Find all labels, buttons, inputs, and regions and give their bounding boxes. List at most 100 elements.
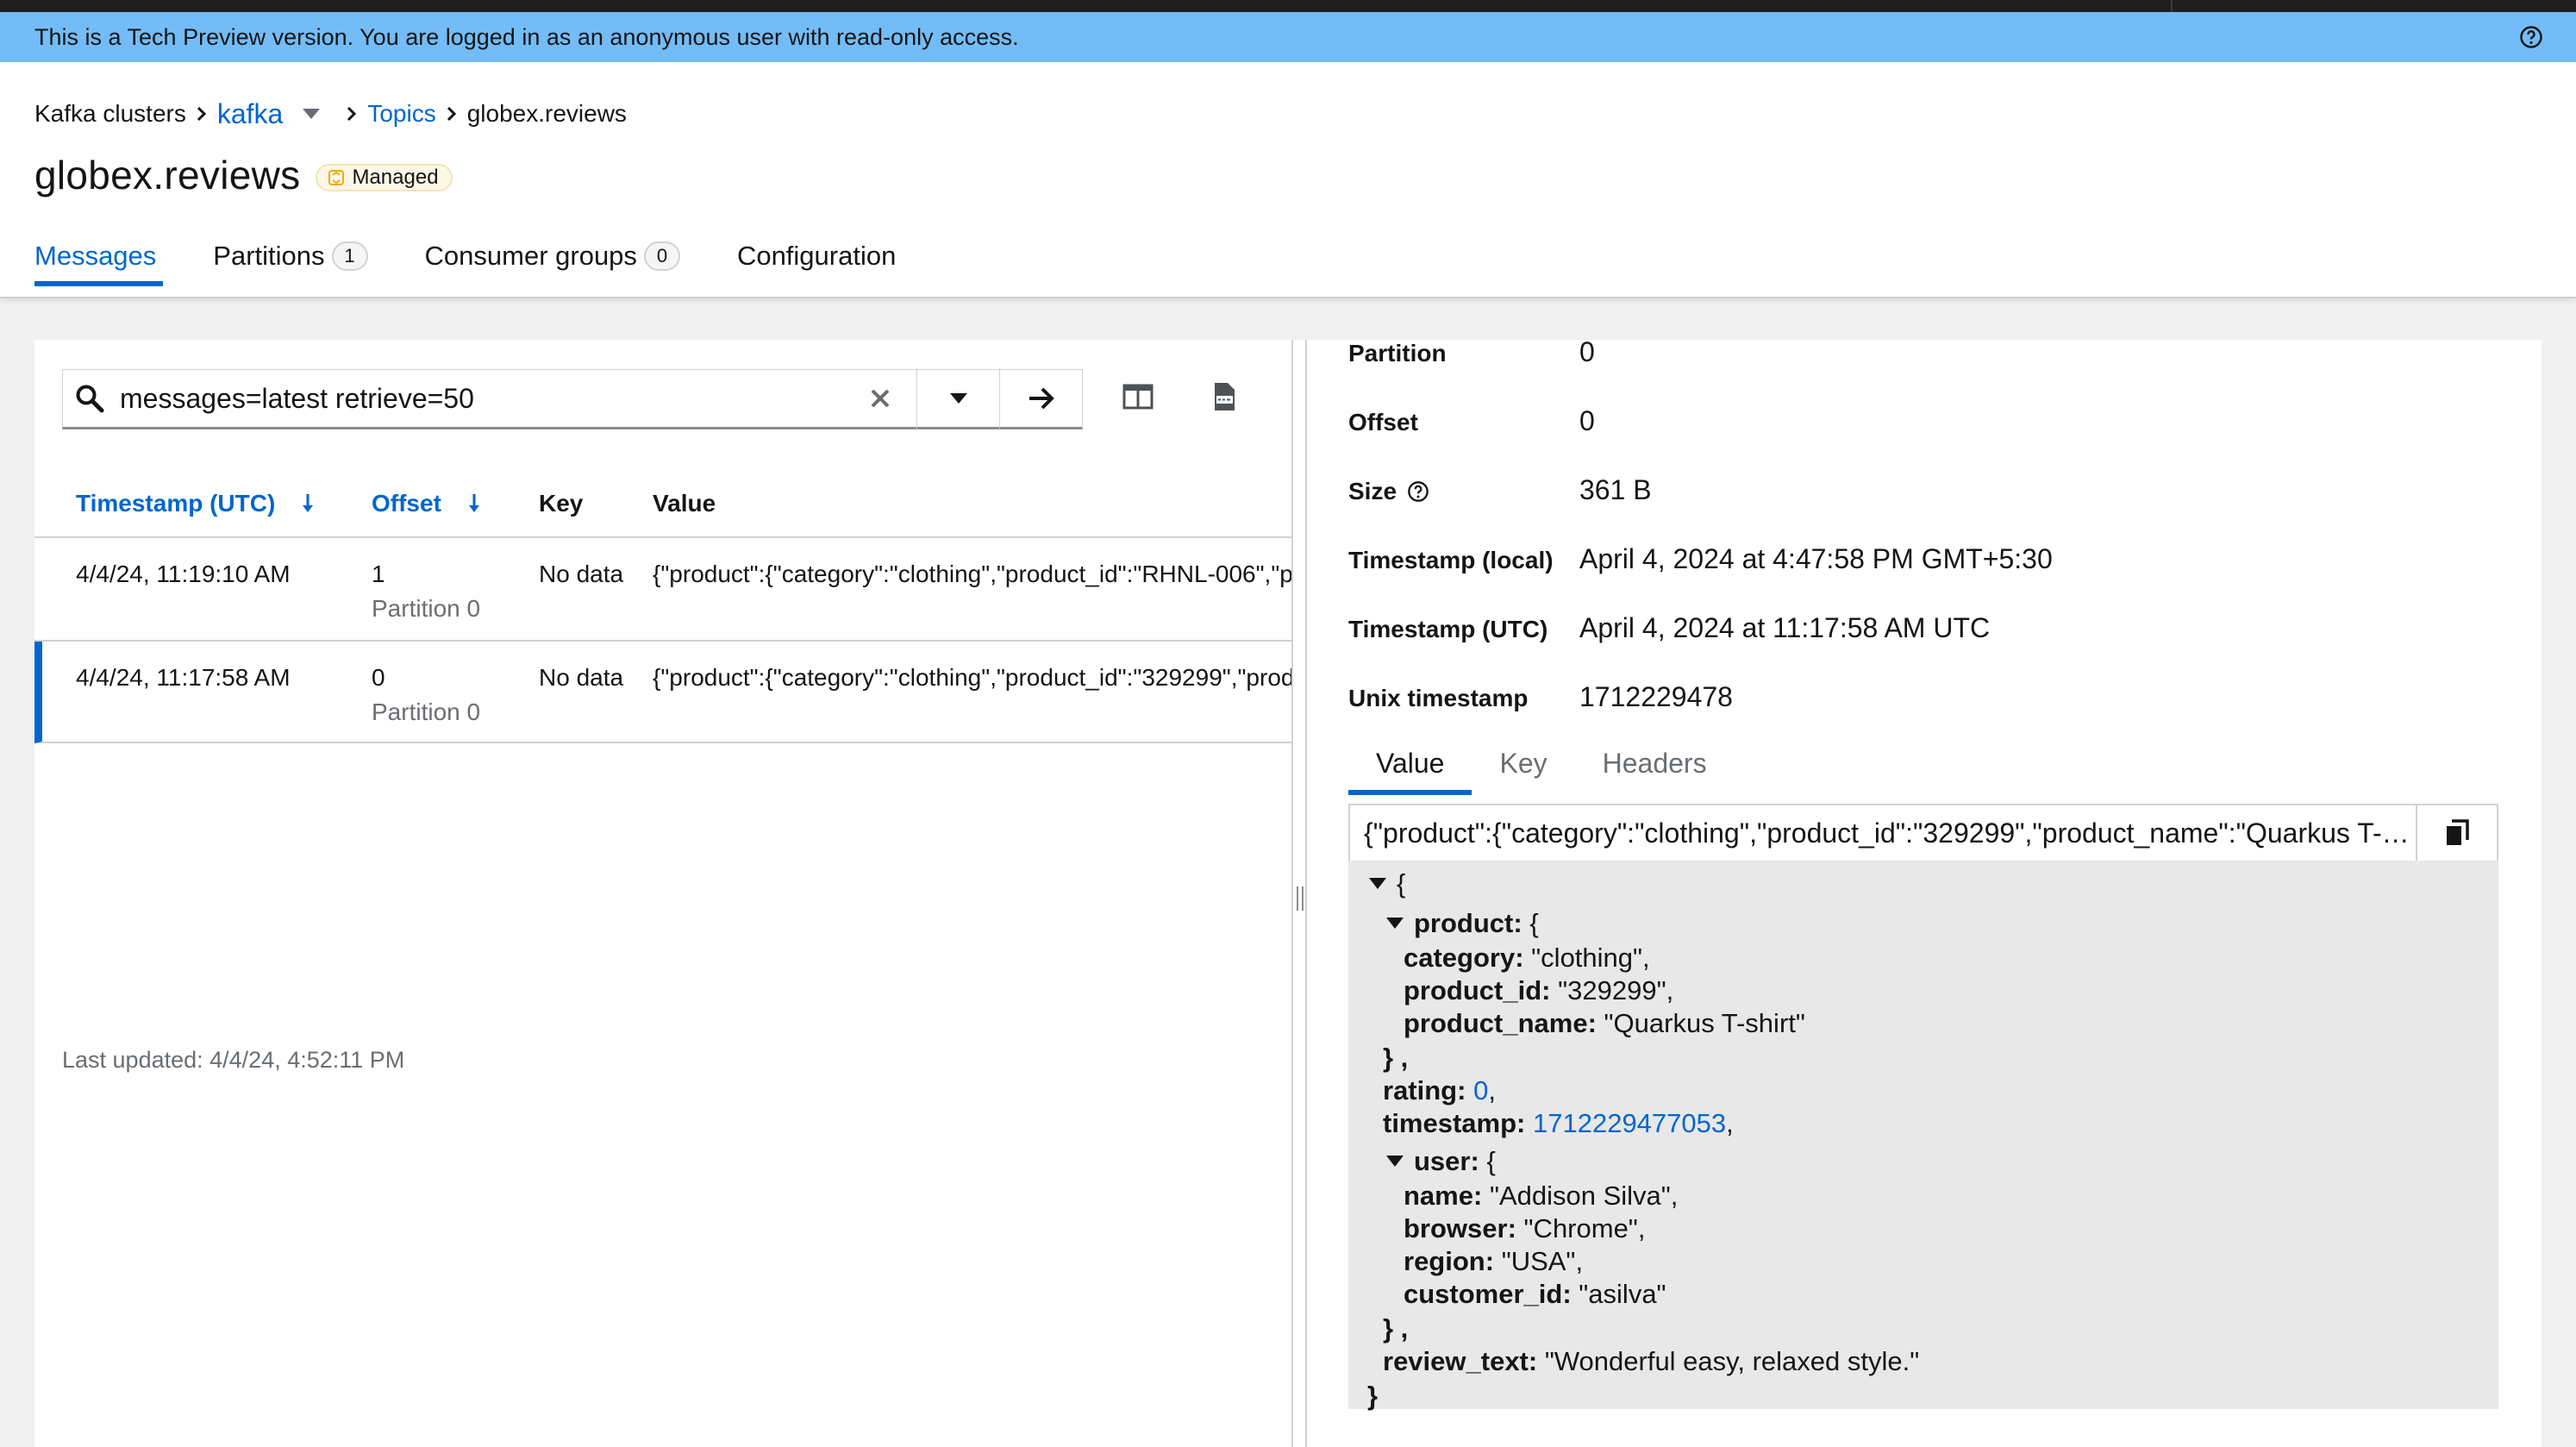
clear-search-button[interactable] xyxy=(844,368,916,429)
partitions-count-badge: 1 xyxy=(331,241,368,271)
messages-panel: messages=latest retrieve=50 Timestamp (U… xyxy=(34,340,1291,1447)
detail-label-offset: Offset xyxy=(1348,409,1418,435)
chevron-right-icon xyxy=(347,106,357,122)
detail-value-offset: 0 xyxy=(1579,405,1595,436)
json-key: region: xyxy=(1404,1246,1495,1276)
json-product-name: product_name: "Quarkus T-shirt" xyxy=(1404,1007,1805,1041)
row-timestamp: 4/4/24, 11:17:58 AM xyxy=(76,664,291,691)
json-key: name: xyxy=(1404,1181,1483,1211)
breadcrumb-topics-link[interactable]: Topics xyxy=(367,100,435,128)
breadcrumb-separator xyxy=(336,106,367,122)
row-key: No data xyxy=(539,664,624,691)
json-root-close: } xyxy=(1367,1381,1379,1411)
topic-tabs: Messages Partitions 1 Consumer groups 0 Co… xyxy=(34,233,953,298)
message-content-tabs: Value Key Headers xyxy=(1348,731,1735,795)
breadcrumb-cluster-link[interactable]: kafka xyxy=(217,98,283,130)
json-value: "329299" xyxy=(1558,975,1666,1005)
json-value: "Quarkus T-shirt" xyxy=(1604,1008,1805,1038)
subtab-key[interactable]: Key xyxy=(1472,731,1574,795)
json-category: category: "clothing", xyxy=(1404,943,1650,973)
search-options-toggle[interactable] xyxy=(916,368,999,429)
help-icon[interactable] xyxy=(2519,25,2543,49)
json-key: product_name: xyxy=(1404,1008,1597,1038)
row-offset: 0 xyxy=(372,664,385,691)
column-header-value: Value xyxy=(653,469,716,538)
close-icon xyxy=(871,389,890,408)
json-user-close: } , xyxy=(1383,1313,1409,1344)
row-value: {"product":{"category":"clothing","produ… xyxy=(653,664,1291,691)
copy-button[interactable] xyxy=(2416,805,2497,861)
breadcrumb-kafka-clusters[interactable]: Kafka clusters xyxy=(34,100,186,128)
copy-icon xyxy=(2447,819,2469,845)
page-header: Kafka clusters kafka Topics globex.revie… xyxy=(0,62,2576,298)
json-product-id: product_id: "329299", xyxy=(1404,975,1674,1005)
json-value: "USA" xyxy=(1501,1246,1576,1276)
json-region: region: "USA", xyxy=(1404,1246,1584,1276)
json-key: browser: xyxy=(1404,1213,1516,1243)
json-key: rating: xyxy=(1383,1075,1466,1106)
last-updated: Last updated: 4/4/24, 4:52:11 PM xyxy=(62,1047,405,1073)
subtab-headers[interactable]: Headers xyxy=(1575,731,1735,795)
json-timestamp: timestamp: 1712229477053, xyxy=(1383,1108,1734,1138)
tab-partitions[interactable]: Partitions 1 xyxy=(213,233,368,279)
json-value: 0 xyxy=(1473,1075,1489,1106)
detail-value-unix-timestamp: 1712229478 xyxy=(1579,681,1733,712)
breadcrumb-current-topic: globex.reviews xyxy=(466,100,627,127)
detail-label-size: Size xyxy=(1348,478,1397,504)
column-header-timestamp[interactable]: Timestamp (UTC) xyxy=(76,469,315,538)
json-key: customer_id: xyxy=(1404,1279,1572,1309)
detail-label-size-row: Size xyxy=(1348,478,1429,505)
caret-down-icon xyxy=(949,393,967,404)
collapse-triangle-icon xyxy=(1369,878,1386,889)
detail-label-timestamp-local: Timestamp (local) xyxy=(1348,547,1554,573)
json-rating: rating: 0, xyxy=(1383,1075,1496,1106)
row-value: {"product":{"category":"clothing","produ… xyxy=(653,561,1291,587)
managed-icon xyxy=(328,170,345,185)
breadcrumb: Kafka clusters kafka Topics globex.revie… xyxy=(34,97,627,131)
row-offset-cell: 0 Partition 0 xyxy=(372,661,480,730)
tab-messages[interactable]: Messages xyxy=(34,233,164,286)
message-search: messages=latest retrieve=50 xyxy=(62,368,1083,429)
column-header-label: Offset xyxy=(372,490,441,517)
sort-down-icon xyxy=(303,494,314,512)
json-product-node[interactable]: product: { xyxy=(1386,907,1539,941)
breadcrumb-separator xyxy=(186,106,217,122)
json-value: "clothing" xyxy=(1531,943,1643,973)
json-product-close: } , xyxy=(1383,1043,1409,1073)
column-header-offset[interactable]: Offset xyxy=(372,469,481,538)
caret-down-icon[interactable] xyxy=(302,108,321,120)
json-user-node[interactable]: user: { xyxy=(1386,1145,1496,1179)
columns-icon[interactable] xyxy=(1122,381,1154,412)
tab-consumer-groups[interactable]: Consumer groups 0 xyxy=(425,233,680,279)
top-strip xyxy=(0,0,2576,12)
detail-label-timestamp-utc: Timestamp (UTC) xyxy=(1348,616,1548,642)
help-icon[interactable] xyxy=(1407,480,1429,503)
collapse-triangle-icon xyxy=(1386,918,1404,929)
download-csv-icon[interactable] xyxy=(1209,381,1240,412)
tab-label: Configuration xyxy=(736,241,897,271)
table-row-selected[interactable]: 4/4/24, 11:17:58 AM 0 Partition 0 No dat… xyxy=(34,642,1291,743)
subtab-value[interactable]: Value xyxy=(1348,731,1472,795)
detail-label-unix-timestamp: Unix timestamp xyxy=(1348,685,1529,711)
json-root-open[interactable]: { xyxy=(1369,868,1405,901)
json-value: 1712229477053 xyxy=(1533,1108,1727,1138)
search-icon xyxy=(76,385,104,413)
json-key: product: xyxy=(1414,908,1522,938)
detail-value-partition: 0 xyxy=(1579,336,1595,367)
banner-text: This is a Tech Preview version. You are … xyxy=(34,23,1019,50)
collapse-triangle-icon xyxy=(1386,1156,1404,1167)
json-review-text: review_text: "Wonderful easy, relaxed st… xyxy=(1383,1345,1919,1379)
messages-table-header: Timestamp (UTC) Offset Key Value xyxy=(34,469,1291,538)
table-row[interactable]: 4/4/24, 11:19:10 AM 1 Partition 0 No dat… xyxy=(34,538,1291,642)
json-key: category: xyxy=(1404,943,1524,973)
json-value: "Wonderful easy, relaxed style." xyxy=(1544,1346,1920,1376)
panel-resize-handle[interactable] xyxy=(1291,340,1307,1447)
search-submit-button[interactable] xyxy=(999,368,1082,429)
row-partition: Partition 0 xyxy=(372,595,481,622)
tab-configuration[interactable]: Configuration xyxy=(737,233,896,279)
chevron-right-icon xyxy=(447,106,456,122)
json-tree-viewer: { product: { category: "clothing", produ… xyxy=(1348,861,2498,1411)
sort-down-icon xyxy=(468,494,479,512)
managed-badge: Managed xyxy=(316,164,453,191)
search-input[interactable]: messages=latest retrieve=50 xyxy=(120,383,844,415)
